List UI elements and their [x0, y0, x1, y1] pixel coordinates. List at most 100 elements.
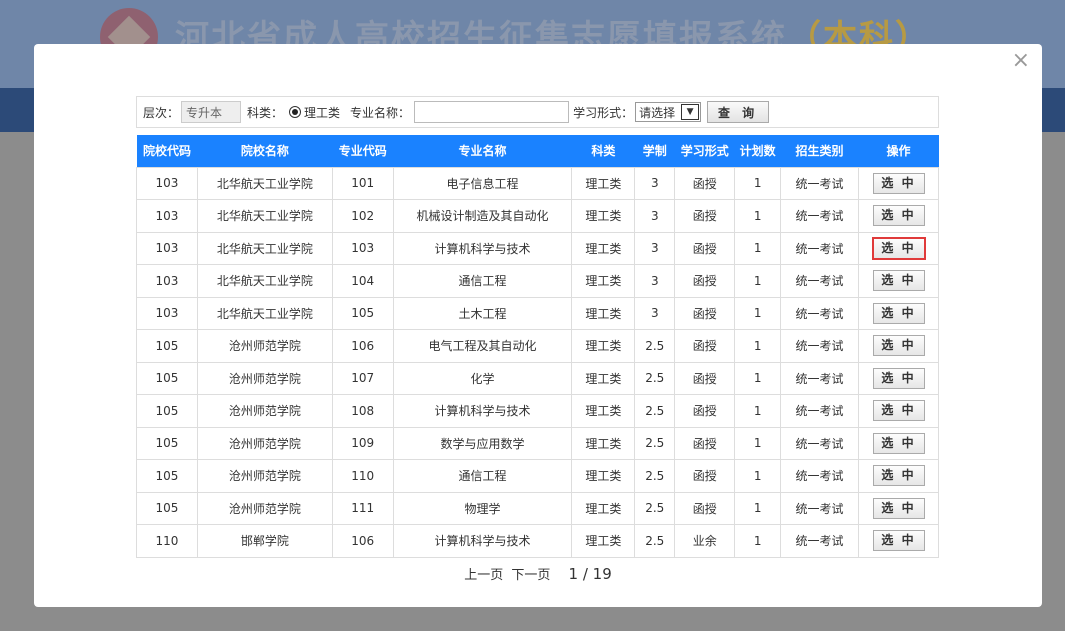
select-major-button[interactable]: 选 中 — [872, 302, 925, 324]
table-cell: 2.5 — [634, 329, 676, 363]
table-cell: 理工类 — [571, 231, 636, 265]
table-row: 103 北华航天工业学院 105 土木工程 理工类 3 函授 1 统一考试选 中 — [136, 296, 939, 330]
table-cell: 理工类 — [571, 524, 636, 558]
table-cell: 化学 — [392, 361, 573, 395]
column-header: 科类 — [571, 135, 635, 167]
select-major-button[interactable]: 选 中 — [872, 335, 925, 357]
table-header-row: 院校代码 院校名称 专业代码 专业名称 科类 学制 学习形式 计划数 招生类别 操作 — [136, 135, 939, 167]
table-cell: 函授 — [674, 394, 736, 428]
table-cell: 北华航天工业学院 — [196, 166, 333, 200]
table-cell: 1 — [734, 459, 782, 493]
table-cell: 理工类 — [571, 394, 636, 428]
table-cell: 1 — [734, 491, 782, 525]
table-row: 103 北华航天工业学院 103 计算机科学与技术 理工类 3 函授 1 统一考试选 中 — [136, 231, 939, 265]
table-cell: 电气工程及其自动化 — [392, 329, 573, 363]
table-cell: 理工类 — [571, 264, 636, 298]
select-major-button[interactable]: 选 中 — [872, 367, 925, 389]
prev-page-link[interactable]: 上一页 — [464, 568, 503, 583]
study-mode-select[interactable]: 请选择 ▼ — [635, 102, 702, 122]
column-header: 专业代码 — [332, 135, 394, 167]
table-cell: 2.5 — [634, 524, 676, 558]
table-cell: 2.5 — [634, 361, 676, 395]
action-cell: 选 中 — [858, 491, 939, 525]
table-cell: 沧州师范学院 — [196, 361, 333, 395]
select-major-button[interactable]: 选 中 — [871, 236, 926, 260]
select-major-button[interactable]: 选 中 — [872, 172, 925, 194]
table-cell: 理工类 — [571, 426, 636, 460]
query-button[interactable]: 查 询 — [707, 101, 770, 123]
select-major-button[interactable]: 选 中 — [872, 270, 925, 292]
major-name-input[interactable] — [414, 101, 570, 123]
table-cell: 1 — [734, 231, 782, 265]
action-cell: 选 中 — [858, 264, 939, 298]
table-cell: 统一考试 — [780, 426, 859, 460]
table-cell: 函授 — [674, 459, 736, 493]
table-cell: 北华航天工业学院 — [196, 199, 333, 233]
table-row: 105 沧州师范学院 106 电气工程及其自动化 理工类 2.5 函授 1 统一考试选 中 — [136, 329, 939, 363]
table-cell: 111 — [331, 491, 394, 525]
close-icon[interactable]: × — [1012, 50, 1030, 72]
table-cell: 统一考试 — [780, 459, 859, 493]
table-cell: 电子信息工程 — [392, 166, 573, 200]
table-cell: 物理学 — [392, 491, 573, 525]
select-major-button[interactable]: 选 中 — [872, 432, 925, 454]
table-cell: 102 — [331, 199, 394, 233]
table-cell: 通信工程 — [392, 459, 573, 493]
table-cell: 函授 — [674, 329, 736, 363]
table-cell: 110 — [331, 459, 394, 493]
table-cell: 1 — [734, 329, 782, 363]
table-cell: 理工类 — [571, 459, 636, 493]
table-cell: 103 — [136, 166, 198, 200]
level-label: 层次： — [143, 105, 180, 120]
select-major-button[interactable]: 选 中 — [872, 497, 925, 519]
table-cell: 通信工程 — [392, 264, 573, 298]
table-cell: 3 — [634, 296, 676, 330]
table-cell: 北华航天工业学院 — [196, 296, 333, 330]
table-cell: 110 — [136, 524, 198, 558]
table-cell: 计算机科学与技术 — [392, 524, 573, 558]
column-header: 招生类别 — [780, 135, 859, 167]
action-cell: 选 中 — [858, 361, 939, 395]
select-major-button[interactable]: 选 中 — [872, 530, 925, 552]
table-cell: 105 — [136, 361, 198, 395]
table-cell: 数学与应用数学 — [392, 426, 573, 460]
select-major-button[interactable]: 选 中 — [872, 205, 925, 227]
table-cell: 机械设计制造及其自动化 — [392, 199, 573, 233]
table-cell: 理工类 — [571, 296, 636, 330]
column-header: 院校名称 — [197, 135, 333, 167]
table-cell: 106 — [331, 524, 394, 558]
action-cell: 选 中 — [858, 329, 939, 363]
table-cell: 1 — [734, 166, 782, 200]
table-cell: 函授 — [674, 166, 736, 200]
table-cell: 函授 — [674, 264, 736, 298]
study-mode-label: 学习形式： — [573, 105, 634, 120]
action-cell: 选 中 — [858, 296, 939, 330]
subject-label: 科类： — [247, 105, 284, 120]
select-major-button[interactable]: 选 中 — [872, 465, 925, 487]
next-page-link[interactable]: 下一页 — [511, 568, 550, 583]
table-cell: 2.5 — [634, 459, 676, 493]
action-cell: 选 中 — [858, 231, 939, 265]
column-header: 操作 — [858, 135, 939, 167]
chevron-down-icon: ▼ — [681, 104, 700, 120]
table-cell: 105 — [136, 459, 198, 493]
table-cell: 2.5 — [634, 394, 676, 428]
column-header: 计划数 — [734, 135, 781, 167]
table-cell: 1 — [734, 296, 782, 330]
table-cell: 105 — [136, 491, 198, 525]
action-cell: 选 中 — [858, 166, 939, 200]
table-cell: 1 — [734, 524, 782, 558]
select-major-button[interactable]: 选 中 — [872, 400, 925, 422]
table-cell: 计算机科学与技术 — [392, 231, 573, 265]
majors-table: 院校代码 院校名称 专业代码 专业名称 科类 学制 学习形式 计划数 招生类别 操作 103 北华航… — [136, 135, 939, 558]
table-cell: 统一考试 — [780, 524, 859, 558]
subject-radio[interactable] — [289, 106, 302, 118]
table-cell: 3 — [634, 199, 676, 233]
table-cell: 1 — [734, 394, 782, 428]
table-cell: 统一考试 — [780, 264, 859, 298]
page-indicator: 1 / 19 — [568, 565, 612, 583]
action-cell: 选 中 — [858, 524, 939, 558]
table-cell: 105 — [136, 426, 198, 460]
filter-bar: 层次： 专升本 科类： 理工类 专业名称： 学习形式： 请选择 ▼ 查 询 — [136, 96, 939, 128]
table-cell: 统一考试 — [780, 199, 859, 233]
